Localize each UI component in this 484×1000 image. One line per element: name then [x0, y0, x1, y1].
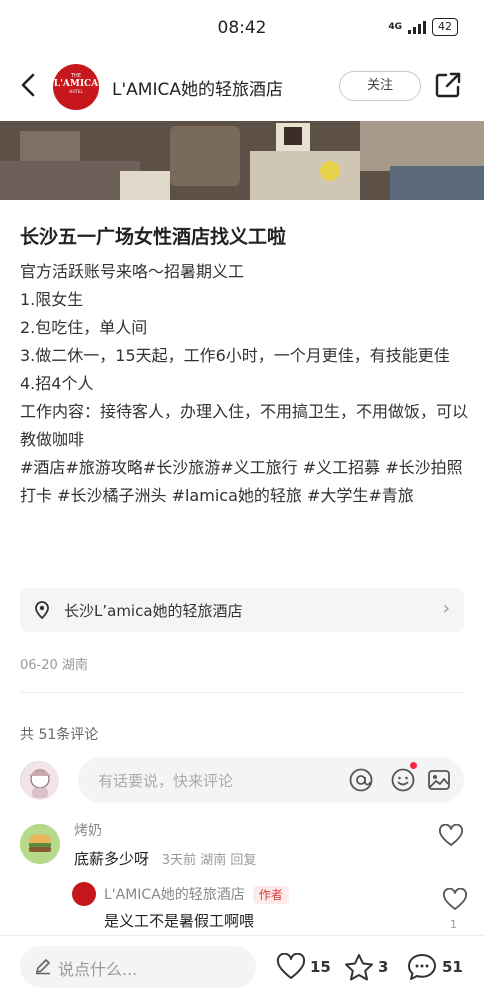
comment-body: 底薪多少呀 3天前 湖南 回复 — [74, 848, 256, 869]
signal-icon — [408, 20, 426, 34]
collect-stat[interactable]: 3 — [344, 952, 388, 982]
reply-user-row: L'AMICA她的轻旅酒店 作者 — [104, 884, 289, 904]
shop-name[interactable]: L'AMICA她的轻旅酒店 — [112, 75, 283, 100]
comment-bubble-icon — [408, 954, 436, 980]
battery-icon: 42 — [432, 18, 458, 36]
follow-button[interactable]: 关注 — [339, 71, 421, 101]
comment-total: 51 — [442, 958, 463, 976]
comment-stat[interactable]: 51 — [406, 952, 463, 982]
reply-like-count: 1 — [450, 918, 457, 931]
burger-avatar-illustration — [20, 824, 60, 864]
post-header: THE L'AMICA HOTEL L'AMICA她的轻旅酒店 关注 — [0, 58, 484, 116]
reply-user[interactable]: L'AMICA她的轻旅酒店 — [104, 887, 245, 903]
post-line: 官方活跃账号来咯～招暑期义工 — [20, 262, 245, 281]
status-icons: 4G 42 — [388, 18, 458, 36]
my-avatar[interactable] — [20, 761, 59, 800]
post-tags[interactable]: #酒店#旅游攻略#长沙旅游#义工旅行 #义工招募 #长沙拍照打卡 #长沙橘子洲头… — [20, 454, 470, 510]
status-bar: 08:42 4G 42 — [0, 0, 484, 56]
chevron-right-icon: › — [442, 598, 450, 619]
location-pin-icon — [35, 601, 49, 620]
post-line: 工作内容：接待客人，办理入住，不用搞卫生，不用做饭，可以教做咖啡 — [20, 402, 469, 449]
collect-count: 3 — [378, 958, 389, 976]
avatar-illustration — [21, 762, 59, 800]
location-label: 长沙L’amica她的轻旅酒店 — [64, 602, 243, 620]
share-icon[interactable] — [433, 70, 463, 100]
cafe-photo — [0, 121, 484, 200]
shop-avatar[interactable]: THE L'AMICA HOTEL — [53, 64, 99, 110]
star-icon — [345, 954, 373, 981]
like-stat[interactable]: 15 — [276, 952, 331, 982]
post-line: 1.限女生 — [20, 290, 84, 309]
comment-input-row: 有话要说，快来评论 — [20, 755, 464, 807]
heart-icon[interactable] — [442, 888, 468, 912]
post-title: 长沙五一广场女性酒店找义工啦 — [20, 226, 287, 248]
author-badge: 作者 — [252, 886, 289, 904]
say-placeholder: 说点什么... — [58, 960, 138, 979]
post-date: 06-20 湖南 — [20, 658, 88, 673]
commenter-name[interactable]: 烤奶 — [74, 820, 102, 840]
emoji-icon[interactable] — [390, 767, 416, 793]
comment-count: 共 51条评论 — [20, 727, 99, 743]
reply-text: 是义工不是暑假工啊喂 — [104, 912, 255, 930]
chevron-left-icon[interactable] — [14, 70, 44, 100]
heart-icon[interactable] — [438, 824, 464, 848]
location-card[interactable]: 长沙L’amica她的轻旅酒店 › — [20, 588, 464, 632]
post-line: 2.包吃住，单人间 — [20, 318, 148, 337]
divider — [20, 692, 464, 693]
pen-icon — [36, 959, 50, 975]
commenter-avatar[interactable] — [20, 824, 60, 864]
reply-avatar[interactable] — [72, 882, 96, 906]
network-label: 4G — [388, 21, 402, 32]
comment-input[interactable]: 有话要说，快来评论 — [78, 757, 464, 803]
say-input[interactable]: 说点什么... — [20, 946, 256, 988]
logo-line3: HOTEL — [69, 89, 83, 94]
comment-input-placeholder: 有话要说，快来评论 — [98, 772, 234, 790]
like-count: 15 — [310, 958, 331, 976]
post-content: 官方活跃账号来咯～招暑期义工 1.限女生 2.包吃住，单人间 3.做二休一，15… — [20, 258, 470, 510]
comment-text: 底薪多少呀 — [74, 850, 150, 868]
notification-dot — [410, 762, 417, 769]
post-line: 4.招4个人 — [20, 374, 94, 393]
post-image[interactable] — [0, 121, 484, 200]
comment-item: 烤奶 底薪多少呀 3天前 湖南 回复 — [20, 818, 464, 878]
reply-item: L'AMICA她的轻旅酒店 作者 是义工不是暑假工啊喂 1 — [72, 882, 467, 932]
image-icon[interactable] — [426, 767, 452, 793]
mention-icon[interactable] — [348, 767, 374, 793]
heart-icon — [276, 953, 306, 979]
comment-meta[interactable]: 3天前 湖南 回复 — [162, 853, 257, 868]
post-line: 3.做二休一，15天起，工作6小时，一个月更佳，有技能更佳 — [20, 346, 450, 365]
bottom-bar: 说点什么... 15 3 51 — [0, 935, 484, 1000]
logo-line2: L'AMICA — [53, 79, 99, 89]
